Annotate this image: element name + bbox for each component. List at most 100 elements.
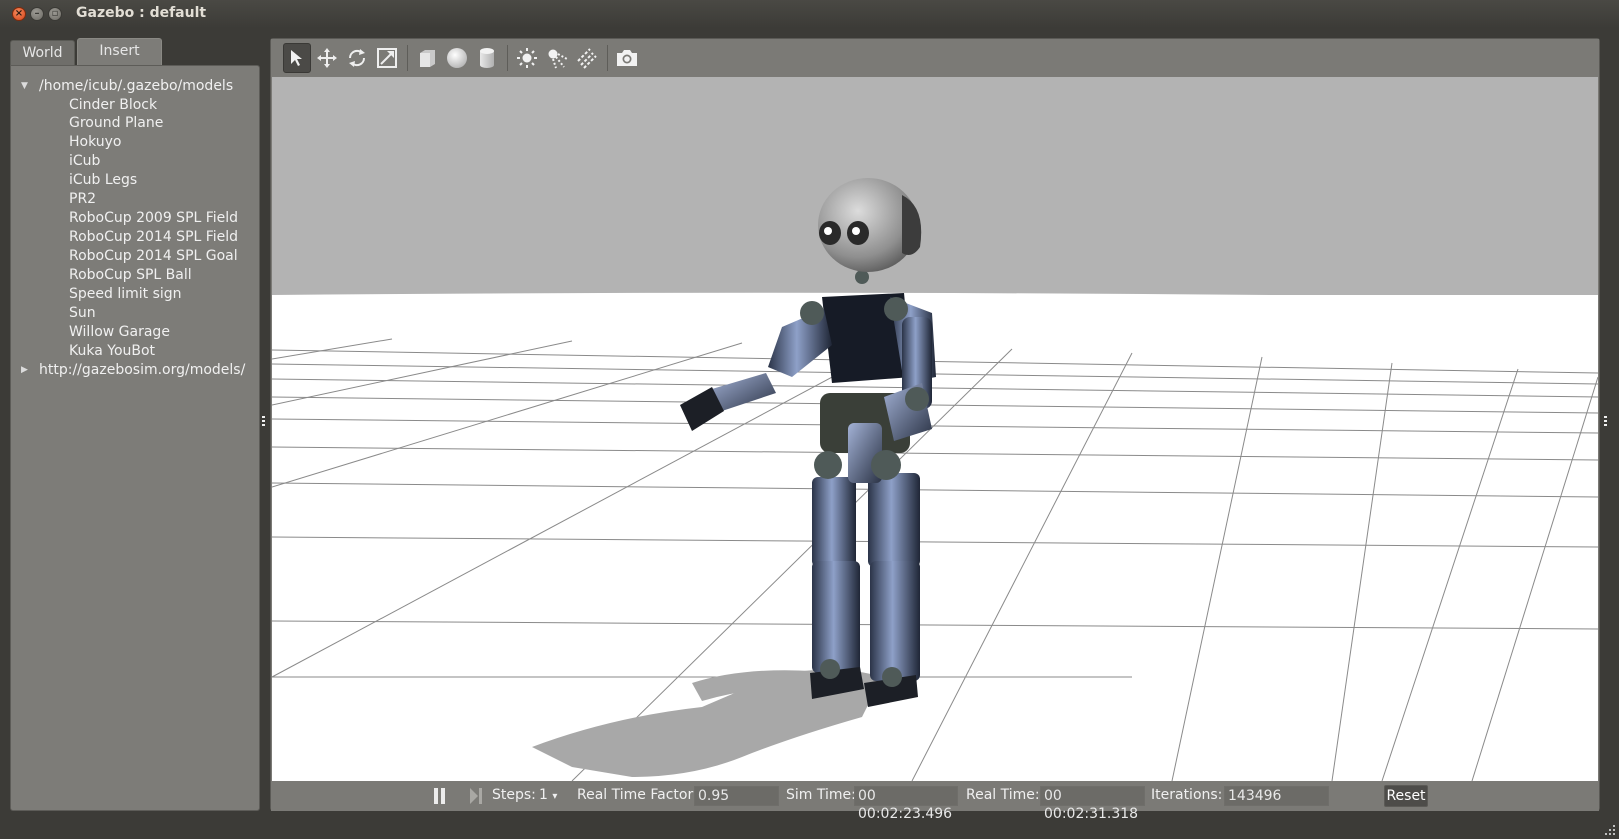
rotate-mode-button[interactable] [343,43,371,73]
maximize-icon: ▫ [51,8,59,19]
3d-viewport[interactable] [272,77,1598,781]
right-splitter-handle[interactable] [1604,416,1607,428]
real-time-factor-label: Real Time Factor: [577,787,698,803]
simulation-status-bar: Steps: 1 ▾ Real Time Factor: 0.95 Sim Ti… [271,781,1599,822]
title-bar[interactable]: × – ▫ Gazebo : default [0,0,1619,28]
right-ankle [882,667,902,687]
model-item[interactable]: Ground Plane [69,115,163,134]
neck [855,270,869,284]
model-item[interactable]: Cinder Block [69,97,157,116]
left-shoulder [800,301,824,325]
resize-grip-icon[interactable] [1605,825,1615,835]
insert-cylinder-button[interactable] [473,43,501,73]
scale-icon [377,48,397,68]
right-elbow [905,387,929,411]
point-light-icon [517,48,537,68]
scale-mode-button[interactable] [373,43,401,73]
box-icon [420,50,435,67]
sky [272,77,1598,295]
steps-label: Steps: [492,787,536,803]
sim-time-label: Sim Time: [786,787,856,803]
reset-button[interactable]: Reset [1384,785,1428,807]
right-shin [870,561,920,681]
step-icon-bar [479,788,482,804]
insert-point-light-button[interactable] [513,43,541,73]
model-item[interactable]: PR2 [69,191,96,210]
render-panel: Steps: 1 ▾ Real Time Factor: 0.95 Sim Ti… [270,38,1600,822]
iterations-field[interactable]: 143496 [1224,786,1329,806]
step-button[interactable] [469,788,483,804]
step-icon [470,788,478,804]
grip-dots-icon [262,416,265,428]
select-arrow-icon [291,50,302,66]
model-item[interactable]: Sun [69,305,96,324]
insert-box-button[interactable] [413,43,441,73]
translate-icon [317,48,337,68]
model-item[interactable]: iCub Legs [69,172,137,191]
iterations-label: Iterations: [1151,787,1223,803]
minimize-window-button[interactable]: – [30,7,44,21]
insert-sphere-button[interactable] [443,43,471,73]
toolbar-separator [607,45,608,71]
insert-directional-light-button[interactable] [573,43,601,73]
close-window-button[interactable]: × [12,7,26,21]
sim-time-field[interactable]: 00 00:02:23.496 [854,786,958,822]
toolbar-separator [507,45,508,71]
real-time-field[interactable]: 00 00:02:31.318 [1040,786,1145,822]
model-item[interactable]: RoboCup 2014 SPL Goal [69,248,238,267]
tree-root-local[interactable]: ▼/home/icub/.gazebo/models [21,78,233,97]
model-item[interactable]: RoboCup 2009 SPL Field [69,210,238,229]
tree-root-label: /home/icub/.gazebo/models [39,78,234,94]
toolbar-separator [407,45,408,71]
spin-down-icon[interactable]: ▾ [552,791,557,802]
window-title: Gazebo : default [76,5,207,21]
left-splitter-handle[interactable] [262,416,265,428]
tree-remote-label: http://gazebosim.org/models/ [39,362,246,378]
insert-spot-light-button[interactable] [543,43,571,73]
real-time-label: Real Time: [966,787,1040,803]
minimize-icon: – [34,8,40,19]
pause-icon-bar [441,788,445,804]
right-eye-highlight [852,227,860,235]
spot-light-icon [548,49,568,69]
pause-icon [434,788,438,804]
right-shoulder [884,297,908,321]
model-item[interactable]: iCub [69,153,100,172]
right-hip [871,450,901,480]
insert-panel: ▼/home/icub/.gazebo/models Cinder Block … [10,65,260,811]
translate-mode-button[interactable] [313,43,341,73]
real-time-factor-field[interactable]: 0.95 [694,786,779,806]
gazebo-window: × – ▫ Gazebo : default World Insert ▼/ho… [0,0,1619,839]
screenshot-camera-icon [617,50,637,66]
left-shin [812,561,860,673]
expanded-arrow-icon[interactable]: ▼ [21,81,39,91]
model-item[interactable]: RoboCup 2014 SPL Field [69,229,238,248]
left-thigh [812,477,856,567]
left-hip [814,451,842,479]
steps-value: 1 [539,787,548,803]
tab-insert[interactable]: Insert [77,38,162,65]
toolbar [271,39,1599,77]
model-item[interactable]: Willow Garage [69,324,170,343]
left-eye-highlight [824,227,832,235]
rotate-icon [348,49,366,67]
screenshot-button[interactable] [613,43,641,73]
collapsed-arrow-icon[interactable]: ▶ [21,365,39,375]
cylinder-icon [480,48,494,68]
model-item[interactable]: RoboCup SPL Ball [69,267,192,286]
left-ankle [820,659,840,679]
tab-world[interactable]: World [10,40,75,65]
steps-spinbox[interactable]: 1 ▾ [539,787,557,803]
model-item[interactable]: Speed limit sign [69,286,182,305]
model-item[interactable]: Hokuyo [69,134,122,153]
close-icon: × [14,8,24,19]
right-thigh [868,473,920,567]
model-item[interactable]: Kuka YouBot [69,343,155,362]
scene-render [272,77,1598,781]
pause-button[interactable] [433,788,447,804]
tree-root-remote[interactable]: ▶ http://gazebosim.org/models/ [21,362,245,381]
directional-light-icon [577,48,597,69]
maximize-window-button[interactable]: ▫ [48,7,62,21]
sphere-icon [447,48,467,68]
select-mode-button[interactable] [283,43,311,73]
